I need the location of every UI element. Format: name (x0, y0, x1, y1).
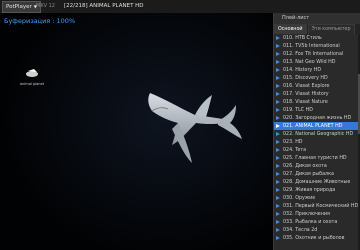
playlist-item[interactable]: 028. Домашние Животные (274, 178, 360, 186)
playlist-item-label: 033. Рыбалка и охота (283, 219, 338, 225)
playlist-item-label: 030. Оружие (283, 195, 316, 201)
playlist-item-label: 019. TLC HD (283, 107, 313, 113)
play-icon (276, 124, 280, 128)
play-icon (276, 92, 280, 96)
playlist-item-label: 027. Дикая рыбалка (283, 171, 334, 177)
playlist-item-label: 016. Viasat Explore (283, 83, 330, 89)
version-label: MKV 12 (36, 3, 55, 9)
title-bar: PotPlayer ▼ MKV 12 [22/218] ANIMAL PLANET… (0, 0, 360, 14)
playlist-item[interactable]: 025. Главная туристи HD (274, 154, 360, 162)
playlist-item[interactable]: 017. Viasat History (274, 90, 360, 98)
play-icon (276, 140, 280, 144)
logo-text: animal planet (19, 82, 45, 86)
playlist-tab[interactable]: Эти компьютер (307, 24, 355, 34)
playlist-item[interactable]: 030. Оружие (274, 194, 360, 202)
playlist-item-label: 020. Загородная жизнь HD (283, 115, 352, 121)
playlist-item-label: 028. Домашние Животные (283, 179, 351, 185)
playlist-item[interactable]: 033. Рыбалка и охота (274, 218, 360, 226)
playlist-item-label: 029. Живая природа (283, 187, 336, 193)
play-icon (276, 172, 280, 176)
play-icon (276, 44, 280, 48)
playlist-item-label: 035. Охотник и рыболов (283, 235, 345, 241)
playlist-item[interactable]: 031. Первый Космический HD (274, 202, 360, 210)
play-icon (276, 196, 280, 200)
video-frame (0, 13, 273, 250)
play-icon (276, 60, 280, 64)
playlist-item[interactable]: 011. TV5b International (274, 42, 360, 50)
playlist-item[interactable]: 016. Viasat Explore (274, 82, 360, 90)
playlist-item[interactable]: 022. National Geographic HD (274, 130, 360, 138)
playlist-item-label: 031. Первый Космический HD (283, 203, 359, 209)
play-icon (276, 228, 280, 232)
play-icon (276, 68, 280, 72)
playlist-item[interactable]: 020. Загородная жизнь HD (274, 114, 360, 122)
play-icon (276, 188, 280, 192)
playlist-item-label: 021. ANIMAL PLANET HD (283, 123, 343, 129)
playlist-item-label: 011. TV5b International (283, 43, 340, 49)
playlist-item-label: 023. HD (283, 139, 303, 145)
play-icon (276, 148, 280, 152)
play-icon (276, 36, 280, 40)
playlist-item[interactable]: 021. ANIMAL PLANET HD (274, 122, 360, 130)
playlist-item-label: 026. Дикая охота (283, 163, 327, 169)
playlist-item-label: 018. Viasat Nature (283, 99, 328, 105)
playlist-item[interactable]: 015. Discovery HD (274, 74, 360, 82)
playlist-item[interactable]: 034. Тесла 2d (274, 226, 360, 234)
playlist-item[interactable]: 019. TLC HD (274, 106, 360, 114)
animal-planet-logo-icon (26, 69, 38, 77)
playlist-tab[interactable]: Основной (274, 24, 307, 34)
play-icon (276, 220, 280, 224)
play-icon (276, 156, 280, 160)
play-icon (276, 204, 280, 208)
play-icon (276, 132, 280, 136)
play-icon (276, 116, 280, 120)
play-icon (276, 236, 280, 240)
playlist-item-label: 024. Teтa (283, 147, 307, 153)
playlist-item[interactable]: 024. Teтa (274, 146, 360, 154)
playlist-item[interactable]: 012. Fox Tlt International (274, 50, 360, 58)
playlist-list: 010. НТВ Стиль 011. TV5b International 012… (274, 34, 360, 250)
playlist-item-label: 017. Viasat History (283, 91, 329, 97)
play-icon (276, 164, 280, 168)
play-icon (276, 100, 280, 104)
play-icon (276, 76, 280, 80)
play-icon (276, 212, 280, 216)
play-icon (276, 84, 280, 88)
playlist-item[interactable]: 032. Приключения (274, 210, 360, 218)
playlist-item[interactable]: 014. History HD (274, 66, 360, 74)
playlist-item[interactable]: 018. Viasat Nature (274, 98, 360, 106)
playlist-item-label: 025. Главная туристи HD (283, 155, 347, 161)
playlist-item[interactable]: 010. НТВ Стиль (274, 34, 360, 42)
playlist-header: Плей-лист (274, 13, 360, 24)
playlist-item-label: 015. Discovery HD (283, 75, 328, 81)
playlist-item[interactable]: 027. Дикая рыбалка (274, 170, 360, 178)
playlist-item-label: 014. History HD (283, 67, 322, 73)
playlist-item-label: 022. National Geographic HD (283, 131, 354, 137)
play-icon (276, 52, 280, 56)
window-title: [22/218] ANIMAL PLANET HD (64, 3, 144, 9)
playlist-item[interactable]: 023. HD (274, 138, 360, 146)
playlist-panel: Плей-лист Основной Эти компьютер 010. НТВ… (273, 13, 360, 250)
playlist-item-label: 010. НТВ Стиль (283, 35, 322, 41)
playlist-item[interactable]: 029. Живая природа (274, 186, 360, 194)
playlist-item-label: 012. Fox Tlt International (283, 51, 344, 57)
buffering-status: Буферизация : 100% (4, 17, 76, 25)
playlist-item-label: 034. Тесла 2d (283, 227, 318, 233)
app-name: PotPlayer (6, 4, 32, 10)
video-area[interactable]: Буферизация : 100% animal planet (0, 13, 273, 250)
play-icon (276, 180, 280, 184)
playlist-item-label: 013. Nat Geo Wild HD (283, 59, 336, 65)
playlist-item[interactable]: 026. Дикая охота (274, 162, 360, 170)
playlist-item[interactable]: 035. Охотник и рыболов (274, 234, 360, 242)
playlist-item-label: 032. Приключения (283, 211, 330, 217)
playlist-tabs: Основной Эти компьютер (274, 24, 360, 34)
play-icon (276, 108, 280, 112)
channel-logo: animal planet (18, 63, 46, 86)
playlist-item[interactable]: 013. Nat Geo Wild HD (274, 58, 360, 66)
